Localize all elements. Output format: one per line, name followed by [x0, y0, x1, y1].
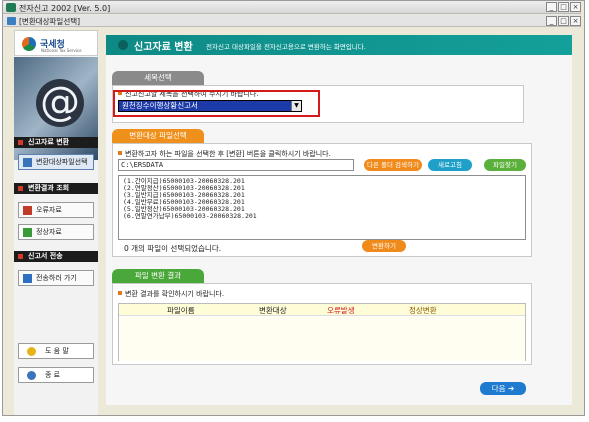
close-button[interactable]: × [570, 2, 581, 12]
sidebar: 국세청 National Tax Service @ 신고자료 변환 변환대상파… [14, 30, 98, 415]
chevron-down-icon[interactable]: ▼ [291, 101, 301, 111]
app-icon [6, 3, 16, 12]
window-title: 전자신고 2002 [Ver. 5.0] [19, 4, 111, 13]
refresh-button[interactable]: 새로고침 [428, 159, 472, 171]
page-title: 신고자료 변환 [134, 42, 193, 53]
file-list[interactable]: (1.간이지급)65000103-20060328.201 (2.연말정산)65… [118, 175, 526, 240]
page-description: 전자신고 대상파일을 전자신고용으로 변환하는 화면입니다. [206, 43, 366, 51]
normal-data-label: 정상자료 [36, 228, 62, 236]
result-hint: 변환 결과를 확인하시기 바랍니다. [118, 289, 224, 299]
normal-data-button[interactable]: 정상자료 [18, 224, 94, 240]
result-table-header: 파일이름 변환대상 오류발생 정상변환 [119, 304, 525, 316]
column-target: 변환대상 [259, 306, 287, 315]
maximize-button[interactable]: □ [558, 2, 569, 12]
convert-target-select-label: 변환대상파일선택 [36, 158, 88, 166]
error-data-button[interactable]: 오류자료 [18, 202, 94, 218]
exit-label: 종 료 [45, 371, 61, 379]
send-button[interactable]: 전송하러 가기 [18, 270, 94, 286]
tax-form-selected: 원천징수이행상황신고서 [122, 101, 198, 110]
tab-convert-result: 파일 변환 결과 [112, 269, 204, 283]
section-send-heading: 신고서 전송 [14, 251, 98, 262]
lightbulb-icon [27, 347, 36, 356]
list-item[interactable]: (6.연말연가납부)65000103-20060328.201 [123, 213, 257, 220]
brand-tagline: National Tax Service [41, 48, 82, 53]
tax-form-select[interactable]: 원천징수이행상황신고서 ▼ [118, 100, 302, 112]
error-data-icon [23, 206, 32, 215]
help-button[interactable]: 도 움 말 [18, 343, 94, 359]
search-other-folder-button[interactable]: 다른 폴더 검색하기 [364, 159, 422, 171]
selection-count-text: 0 개의 파일이 선택되었습니다. [124, 244, 222, 253]
convert-button[interactable]: 변환하기 [362, 240, 406, 252]
help-label: 도 움 말 [45, 347, 69, 355]
folder-path-field[interactable]: C:\ERSDATA [118, 159, 354, 171]
main-panel: 신고자료 변환 전자신고 대상파일을 전자신고용으로 변환하는 화면입니다. 세… [106, 35, 572, 405]
title-bar: 전자신고 2002 [Ver. 5.0] _ □ × [3, 1, 581, 14]
section-convert-heading: 신고자료 변환 [14, 137, 98, 148]
header-bullet-icon [118, 40, 128, 50]
doc-maximize-button[interactable]: □ [558, 16, 569, 26]
arrow-right-icon: ➜ [507, 384, 515, 393]
error-data-label: 오류자료 [36, 206, 62, 214]
exit-icon [27, 371, 36, 380]
normal-data-icon [23, 228, 32, 237]
send-label: 전송하러 가기 [36, 274, 77, 282]
tab-form-select: 세목선택 [112, 71, 204, 85]
doc-minimize-button[interactable]: _ [546, 16, 557, 26]
next-label: 다음 [491, 384, 506, 393]
convert-target-select-button[interactable]: 변환대상파일선택 [18, 154, 94, 170]
result-table: 파일이름 변환대상 오류발생 정상변환 [118, 303, 526, 361]
column-error: 오류발생 [327, 306, 355, 315]
result-table-body [119, 317, 525, 361]
exit-button[interactable]: 종 료 [18, 367, 94, 383]
folder-icon [23, 158, 32, 167]
tab-file-select: 변환대상 파일선택 [112, 129, 204, 143]
column-normal: 정상변환 [409, 306, 437, 315]
column-filename: 파일이름 [167, 306, 195, 315]
nts-logo-icon [22, 37, 36, 51]
at-sign-icon: @ [36, 79, 84, 127]
doc-close-button[interactable]: × [570, 16, 581, 26]
send-icon [23, 274, 32, 283]
document-icon [7, 17, 16, 25]
document-tab-bar: [변환대상파일선택] _ □ × [3, 15, 581, 27]
next-button[interactable]: 다음 ➜ [480, 382, 526, 395]
minimize-button[interactable]: _ [546, 2, 557, 12]
find-file-button[interactable]: 파일찾기 [484, 159, 526, 171]
page-header: 신고자료 변환 전자신고 대상파일을 전자신고용으로 변환하는 화면입니다. [106, 35, 572, 55]
brand-logo: 국세청 National Tax Service [14, 30, 98, 56]
document-title: [변환대상파일선택] [19, 17, 81, 26]
file-select-hint: 변환하고자 하는 파일을 선택한 후 [변환] 버튼을 클릭하시기 바랍니다. [118, 149, 331, 159]
section-results-heading: 변환결과 조회 [14, 183, 98, 194]
